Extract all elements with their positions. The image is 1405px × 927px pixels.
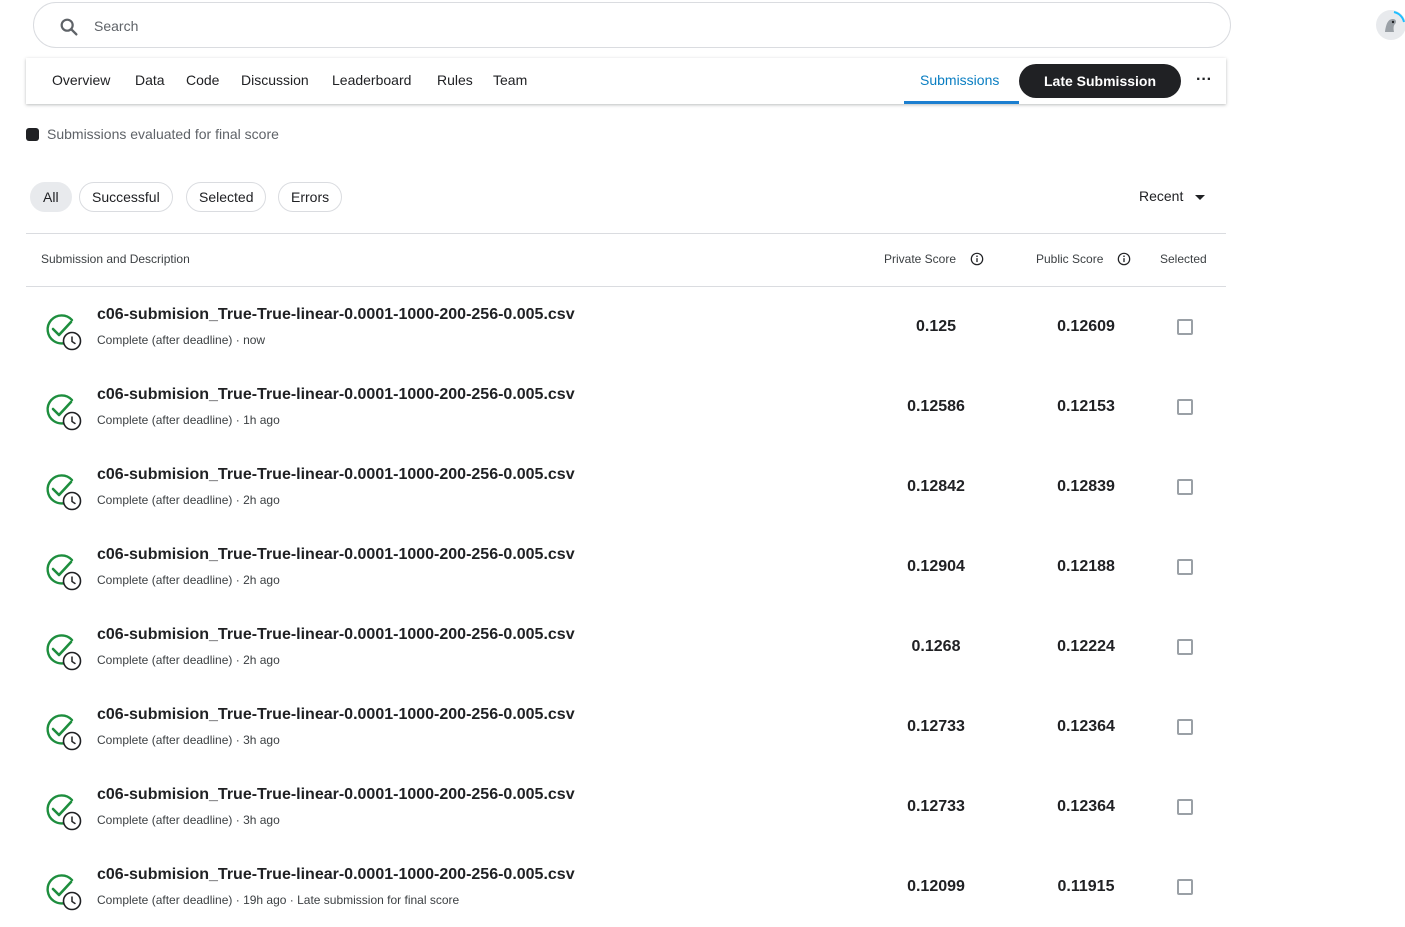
- select-checkbox[interactable]: [1177, 879, 1193, 895]
- submission-status-meta: Complete (after deadline) · 1h ago: [97, 413, 280, 427]
- filter-chip-all[interactable]: All: [30, 182, 72, 212]
- private-score: 0.12904: [907, 558, 965, 575]
- submission-status-meta: Complete (after deadline) · 2h ago: [97, 573, 280, 587]
- tab-rules[interactable]: Rules: [437, 72, 473, 88]
- tab-leaderboard[interactable]: Leaderboard: [332, 72, 411, 88]
- submission-file-name[interactable]: c06-submision_True-True-linear-0.0001-10…: [97, 466, 575, 484]
- success-check-clock-icon: [44, 872, 84, 912]
- submission-status-meta: Complete (after deadline) · 3h ago: [97, 733, 280, 747]
- public-score: 0.11915: [1057, 878, 1115, 895]
- info-icon[interactable]: [970, 252, 984, 266]
- private-score: 0.12733: [907, 718, 965, 735]
- select-checkbox[interactable]: [1177, 479, 1193, 495]
- private-score: 0.12842: [907, 478, 965, 495]
- submission-file-name[interactable]: c06-submision_True-True-linear-0.0001-10…: [97, 866, 575, 884]
- header-private-score: Private Score: [884, 252, 957, 266]
- late-submission-button[interactable]: Late Submission: [1019, 64, 1181, 98]
- search-icon: [60, 18, 78, 36]
- submission-status-meta: Complete (after deadline) · 2h ago: [97, 653, 280, 667]
- submission-file-name[interactable]: c06-submision_True-True-linear-0.0001-10…: [97, 386, 575, 404]
- select-checkbox[interactable]: [1177, 799, 1193, 815]
- select-checkbox[interactable]: [1177, 399, 1193, 415]
- tab-team[interactable]: Team: [493, 72, 527, 88]
- success-check-clock-icon: [44, 552, 84, 592]
- submission-file-name[interactable]: c06-submision_True-True-linear-0.0001-10…: [97, 546, 575, 564]
- table-row[interactable]: c06-submision_True-True-linear-0.0001-10…: [26, 847, 1226, 927]
- filter-chip-selected[interactable]: Selected: [186, 182, 267, 212]
- filter-chip-errors[interactable]: Errors: [278, 182, 343, 212]
- public-score: 0.12364: [1057, 718, 1115, 735]
- avatar[interactable]: [1376, 10, 1405, 40]
- private-score: 0.12733: [907, 798, 965, 815]
- select-checkbox[interactable]: [1177, 559, 1193, 575]
- legend-swatch: [26, 128, 39, 141]
- table-row[interactable]: c06-submision_True-True-linear-0.0001-10…: [26, 287, 1226, 367]
- private-score: 0.125: [915, 318, 957, 335]
- select-checkbox[interactable]: [1177, 319, 1193, 335]
- public-score: 0.12364: [1057, 798, 1115, 815]
- public-score: 0.12224: [1057, 638, 1115, 655]
- success-check-clock-icon: [44, 792, 84, 832]
- success-check-clock-icon: [44, 312, 84, 352]
- more-options-button[interactable]: ···: [1192, 68, 1216, 92]
- table-row[interactable]: c06-submision_True-True-linear-0.0001-10…: [26, 607, 1226, 687]
- select-checkbox[interactable]: [1177, 639, 1193, 655]
- table-row[interactable]: c06-submision_True-True-linear-0.0001-10…: [26, 527, 1226, 607]
- tab-data[interactable]: Data: [135, 72, 165, 88]
- public-score: 0.12839: [1057, 478, 1115, 495]
- tab-overview[interactable]: Overview: [52, 72, 110, 88]
- header-submission: Submission and Description: [41, 252, 190, 266]
- table-row[interactable]: c06-submision_True-True-linear-0.0001-10…: [26, 367, 1226, 447]
- submission-status-meta: Complete (after deadline) · 19h ago · La…: [97, 893, 460, 907]
- submission-status-meta: Complete (after deadline) · now: [97, 333, 266, 347]
- tab-code[interactable]: Code: [186, 72, 219, 88]
- table-row[interactable]: c06-submision_True-True-linear-0.0001-10…: [26, 687, 1226, 767]
- select-checkbox[interactable]: [1177, 719, 1193, 735]
- sort-label: Recent: [1139, 188, 1184, 204]
- search-bar[interactable]: [33, 2, 1231, 48]
- public-score: 0.12188: [1057, 558, 1115, 575]
- success-check-clock-icon: [44, 392, 84, 432]
- private-score: 0.12586: [907, 398, 965, 415]
- table-row[interactable]: c06-submision_True-True-linear-0.0001-10…: [26, 767, 1226, 847]
- submission-file-name[interactable]: c06-submision_True-True-linear-0.0001-10…: [97, 786, 575, 804]
- caret-down-icon: [1195, 194, 1206, 200]
- search-input[interactable]: [92, 13, 1196, 39]
- success-check-clock-icon: [44, 712, 84, 752]
- active-tab-indicator: [904, 101, 1019, 104]
- header-selected: Selected: [1160, 252, 1207, 266]
- private-score: 0.1268: [911, 638, 961, 655]
- submission-file-name[interactable]: c06-submision_True-True-linear-0.0001-10…: [97, 626, 575, 644]
- divider: [26, 233, 1226, 234]
- public-score: 0.12609: [1057, 318, 1115, 335]
- legend-text: Submissions evaluated for final score: [47, 126, 279, 142]
- info-icon[interactable]: [1117, 252, 1131, 266]
- submission-file-name[interactable]: c06-submision_True-True-linear-0.0001-10…: [97, 306, 575, 324]
- tab-discussion[interactable]: Discussion: [241, 72, 309, 88]
- private-score: 0.12099: [907, 878, 965, 895]
- sort-dropdown[interactable]: Recent: [1139, 188, 1206, 204]
- user-avatar-icon: [1377, 11, 1405, 39]
- tab-submissions[interactable]: Submissions: [920, 72, 999, 88]
- submission-status-meta: Complete (after deadline) · 2h ago: [97, 493, 280, 507]
- table-row[interactable]: c06-submision_True-True-linear-0.0001-10…: [26, 447, 1226, 527]
- success-check-clock-icon: [44, 472, 84, 512]
- header-public-score: Public Score: [1036, 252, 1104, 266]
- competition-nav: Overview Data Code Discussion Leaderboar…: [26, 58, 1226, 104]
- filter-chip-successful[interactable]: Successful: [79, 182, 173, 212]
- public-score: 0.12153: [1057, 398, 1115, 415]
- submission-file-name[interactable]: c06-submision_True-True-linear-0.0001-10…: [97, 706, 575, 724]
- submission-status-meta: Complete (after deadline) · 3h ago: [97, 813, 280, 827]
- success-check-clock-icon: [44, 632, 84, 672]
